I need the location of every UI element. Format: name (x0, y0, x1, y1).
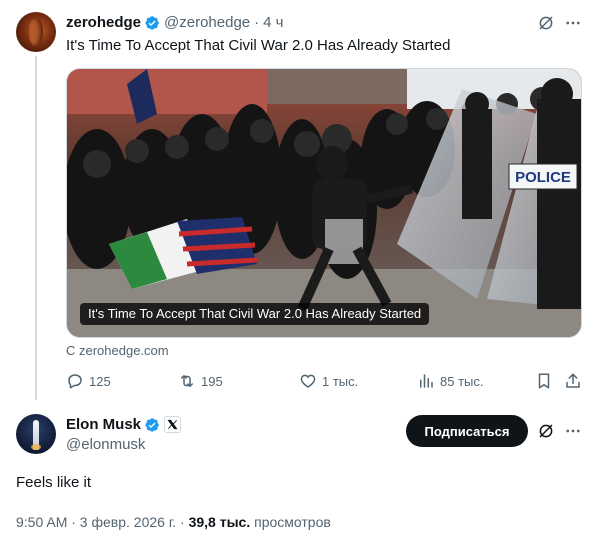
thread-connector-line (35, 56, 37, 400)
reply-icon (68, 374, 82, 389)
reply-button[interactable]: 125 (66, 372, 111, 390)
elonmusk-name-row: Elon Musk (66, 416, 182, 433)
x-affiliate-icon[interactable] (164, 416, 182, 433)
author-handle[interactable]: @elonmusk (66, 436, 145, 453)
like-count: 1 тыс. (322, 373, 359, 389)
tweet-media-image[interactable]: POLICE It's Time To Accept That Civil Wa… (66, 68, 582, 338)
tweet-text: It's Time To Accept That Civil War 2.0 H… (66, 37, 451, 54)
views-label: просмотров (254, 514, 331, 530)
reply-count: 125 (89, 373, 111, 389)
grok-icon[interactable] (536, 421, 556, 441)
author-handle[interactable]: @zerohedge (164, 14, 250, 31)
separator-dot: · (254, 14, 260, 31)
views-count: 85 тыс. (440, 373, 484, 389)
separator-dot: · (180, 514, 185, 530)
verified-badge-icon (145, 417, 159, 432)
share-icon (566, 373, 580, 388)
repost-count: 195 (201, 373, 223, 389)
tweet-actions-bar: 125 195 1 тыс. 85 тыс. (66, 372, 586, 392)
subscribe-button[interactable]: Подписаться (406, 415, 528, 447)
tweet-body-text: Feels like it (16, 474, 92, 491)
more-icon[interactable] (563, 13, 583, 33)
author-name[interactable]: zerohedge (66, 14, 141, 31)
bookmark-button[interactable] (535, 372, 558, 390)
more-icon[interactable] (563, 421, 583, 441)
zerohedge-header: zerohedge @zerohedge · 4 ч (66, 14, 283, 31)
verified-badge-icon (145, 15, 159, 30)
protest-photo: POLICE (67, 69, 581, 337)
author-name[interactable]: Elon Musk (66, 416, 141, 433)
share-button[interactable] (564, 372, 587, 390)
grok-icon[interactable] (536, 13, 556, 33)
zerohedge-avatar[interactable] (16, 12, 56, 52)
views-icon (420, 374, 433, 388)
elonmusk-avatar[interactable] (16, 414, 56, 454)
source-link[interactable]: С zerohedge.com (66, 343, 169, 358)
views-count: 39,8 тыс. (188, 514, 251, 530)
bookmark-icon (538, 373, 550, 389)
elonmusk-handle-row: @elonmusk (66, 436, 145, 453)
tweet-meta: 9:50 AM · 3 февр. 2026 г. · 39,8 тыс. пр… (16, 514, 331, 530)
repost-button[interactable]: 195 (178, 372, 223, 390)
police-sign-text: POLICE (515, 169, 571, 186)
like-button[interactable]: 1 тыс. (299, 372, 358, 390)
repost-icon (181, 375, 193, 387)
tweet-timestamp[interactable]: 9:50 AM · 3 февр. 2026 г. (16, 514, 176, 530)
like-icon (300, 374, 316, 388)
media-caption: It's Time To Accept That Civil War 2.0 H… (80, 303, 430, 325)
tweet-time[interactable]: 4 ч (263, 14, 283, 31)
views-button[interactable]: 85 тыс. (417, 372, 483, 390)
